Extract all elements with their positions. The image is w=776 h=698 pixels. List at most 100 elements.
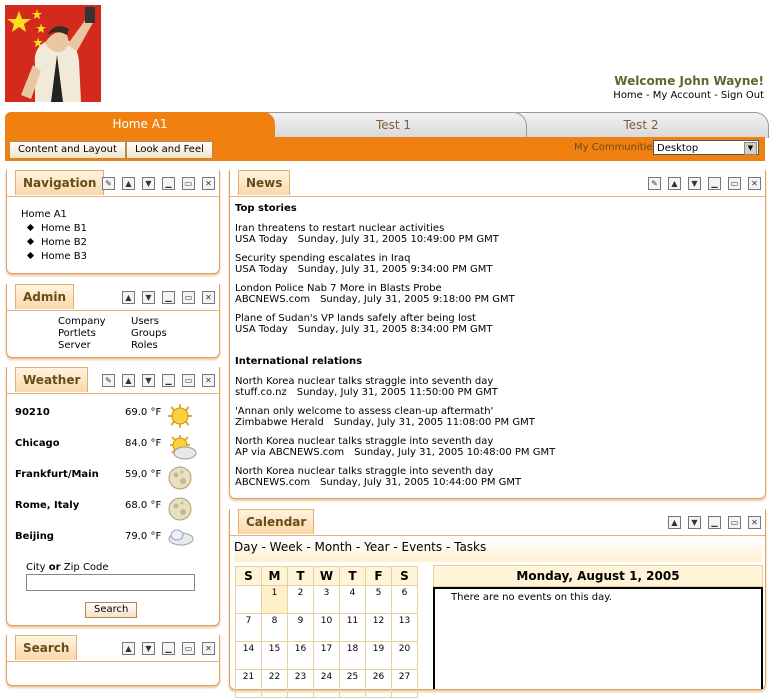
my-account-link[interactable]: My Account [653, 90, 711, 101]
move-down-icon[interactable]: ▼ [142, 177, 155, 190]
day-cell[interactable]: 24 [313, 669, 340, 698]
nav-item-home-b3[interactable]: Home B3 [21, 250, 87, 264]
move-down-icon[interactable]: ▼ [142, 642, 155, 655]
close-icon[interactable]: ✕ [202, 291, 215, 304]
nav-root-link[interactable]: Home A1 [21, 208, 87, 222]
home-link[interactable]: Home [613, 90, 643, 101]
content-and-layout-button[interactable]: Content and Layout [9, 141, 126, 159]
day-cell[interactable]: 19 [365, 641, 392, 670]
day-cell[interactable]: 27 [391, 669, 418, 698]
nav-item-home-b2[interactable]: Home B2 [21, 236, 87, 250]
news-headline[interactable]: Plane of Sudan's VP lands safely after b… [235, 313, 755, 324]
move-up-icon[interactable]: ▲ [122, 642, 135, 655]
view-events-link[interactable]: Events [402, 540, 443, 554]
move-up-icon[interactable]: ▲ [122, 374, 135, 387]
admin-company-link[interactable]: Company [58, 316, 106, 328]
day-cell[interactable]: 25 [339, 669, 366, 698]
move-up-icon[interactable]: ▲ [122, 291, 135, 304]
day-cell[interactable]: 21 [235, 669, 262, 698]
day-cell[interactable]: 4 [339, 585, 366, 614]
weather-city[interactable]: 90210 [15, 407, 50, 418]
day-cell[interactable]: 12 [365, 613, 392, 642]
maximize-icon[interactable]: ▭ [728, 177, 741, 190]
admin-portlets-link[interactable]: Portlets [58, 328, 106, 340]
move-down-icon[interactable]: ▼ [688, 177, 701, 190]
admin-groups-link[interactable]: Groups [131, 328, 167, 340]
close-icon[interactable]: ✕ [202, 642, 215, 655]
view-tasks-link[interactable]: Tasks [454, 540, 486, 554]
day-cell[interactable]: 23 [287, 669, 314, 698]
day-cell[interactable]: 26 [365, 669, 392, 698]
tab-test-2[interactable]: Test 2 [513, 112, 769, 138]
weather-city[interactable]: Chicago [15, 438, 60, 449]
edit-icon[interactable]: ✎ [102, 374, 115, 387]
day-cell[interactable]: 16 [287, 641, 314, 670]
day-cell[interactable]: 22 [261, 669, 288, 698]
day-cell[interactable]: 20 [391, 641, 418, 670]
edit-icon[interactable]: ✎ [102, 177, 115, 190]
chevron-down-icon[interactable]: ▼ [744, 142, 757, 155]
weather-search-button[interactable]: Search [85, 602, 138, 618]
move-up-icon[interactable]: ▲ [668, 516, 681, 529]
weather-city[interactable]: Beijing [15, 531, 54, 542]
day-cell[interactable]: 13 [391, 613, 418, 642]
day-cell[interactable]: 5 [365, 585, 392, 614]
news-headline[interactable]: London Police Nab 7 More in Blasts Probe [235, 283, 755, 294]
day-cell[interactable]: 7 [235, 613, 262, 642]
day-cell[interactable]: 14 [235, 641, 262, 670]
day-cell[interactable]: 10 [313, 613, 340, 642]
tab-test-1[interactable]: Test 1 [260, 112, 527, 138]
minimize-icon[interactable]: ▁ [162, 374, 175, 387]
move-down-icon[interactable]: ▼ [142, 374, 155, 387]
zip-code-input[interactable] [26, 574, 195, 591]
minimize-icon[interactable]: ▁ [708, 516, 721, 529]
day-cell[interactable]: 9 [287, 613, 314, 642]
maximize-icon[interactable]: ▭ [182, 374, 195, 387]
news-headline[interactable]: North Korea nuclear talks straggle into … [235, 466, 755, 477]
move-up-icon[interactable]: ▲ [668, 177, 681, 190]
edit-icon[interactable]: ✎ [648, 177, 661, 190]
weather-city[interactable]: Frankfurt/Main [15, 469, 99, 480]
day-cell[interactable]: 6 [391, 585, 418, 614]
close-icon[interactable]: ✕ [748, 177, 761, 190]
news-headline[interactable]: North Korea nuclear talks straggle into … [235, 436, 755, 447]
close-icon[interactable]: ✕ [202, 177, 215, 190]
maximize-icon[interactable]: ▭ [182, 291, 195, 304]
news-headline[interactable]: 'Annan only welcome to assess clean-up a… [235, 406, 755, 417]
nav-item-home-b1[interactable]: Home B1 [21, 222, 87, 236]
view-day-link[interactable]: Day [234, 540, 258, 554]
maximize-icon[interactable]: ▭ [728, 516, 741, 529]
maximize-icon[interactable]: ▭ [182, 642, 195, 655]
minimize-icon[interactable]: ▁ [162, 291, 175, 304]
admin-roles-link[interactable]: Roles [131, 340, 167, 352]
minimize-icon[interactable]: ▁ [162, 177, 175, 190]
news-headline[interactable]: Iran threatens to restart nuclear activi… [235, 223, 755, 234]
view-week-link[interactable]: Week [270, 540, 303, 554]
day-cell[interactable]: 18 [339, 641, 366, 670]
day-cell[interactable]: 8 [261, 613, 288, 642]
move-down-icon[interactable]: ▼ [688, 516, 701, 529]
close-icon[interactable]: ✕ [202, 374, 215, 387]
view-year-link[interactable]: Year [364, 540, 389, 554]
tab-home-a1[interactable]: Home A1 [5, 112, 275, 137]
maximize-icon[interactable]: ▭ [182, 177, 195, 190]
day-cell[interactable]: 11 [339, 613, 366, 642]
minimize-icon[interactable]: ▁ [162, 642, 175, 655]
move-up-icon[interactable]: ▲ [122, 177, 135, 190]
communities-select[interactable]: Desktop ▼ [653, 140, 759, 155]
day-cell[interactable]: 3 [313, 585, 340, 614]
look-and-feel-button[interactable]: Look and Feel [126, 141, 213, 159]
news-headline[interactable]: North Korea nuclear talks straggle into … [235, 376, 755, 387]
view-month-link[interactable]: Month [315, 540, 353, 554]
day-cell[interactable]: 15 [261, 641, 288, 670]
weather-city[interactable]: Rome, Italy [15, 500, 79, 511]
move-down-icon[interactable]: ▼ [142, 291, 155, 304]
news-headline[interactable]: Security spending escalates in Iraq [235, 253, 755, 264]
close-icon[interactable]: ✕ [748, 516, 761, 529]
day-cell-selected[interactable]: 1 [261, 585, 288, 614]
day-cell[interactable]: 17 [313, 641, 340, 670]
sign-out-link[interactable]: Sign Out [721, 90, 764, 101]
admin-server-link[interactable]: Server [58, 340, 106, 352]
admin-users-link[interactable]: Users [131, 316, 167, 328]
minimize-icon[interactable]: ▁ [708, 177, 721, 190]
